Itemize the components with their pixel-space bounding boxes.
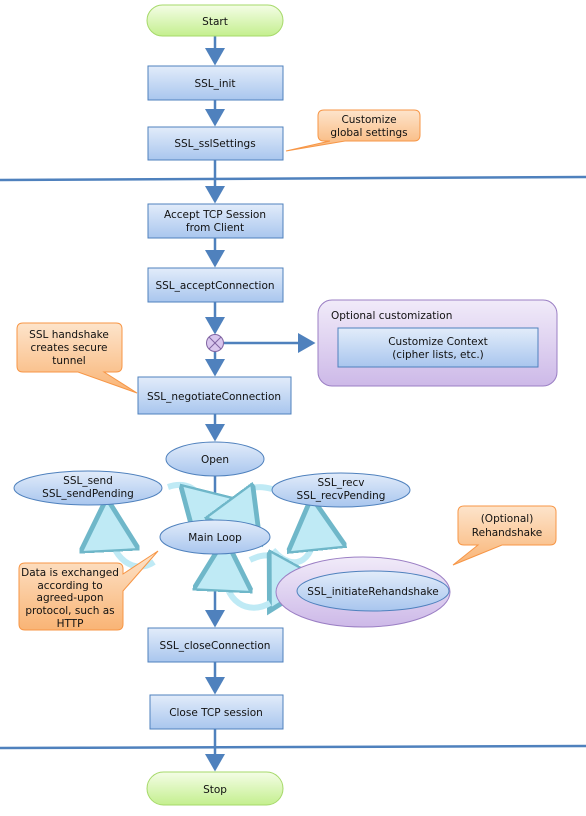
start-label: Start [202,16,228,28]
optional-customization-group: Optional customization Customize Context… [317,299,558,387]
callout-rehandshake: (Optional) Rehandshake [452,505,557,566]
rehandshake-group: SSL_initiateRehandshake [275,556,451,628]
accept-tcp-node: Accept TCP Session from Client [147,203,284,239]
customize-context-label: Customize Context [388,336,488,348]
close-tcp-node: Close TCP session [149,694,284,730]
junction-cross-icon [206,334,224,352]
ssl-send-label: SSL_sendPending [42,488,134,500]
start-node: Start [146,4,284,37]
callout-handshake: SSL handshake creates secure tunnel [16,322,138,394]
callout-text: according to [37,580,102,592]
separator-line [0,175,586,182]
negotiate-node: SSL_negotiateConnection [137,376,292,415]
separator-line [0,744,586,750]
callout-data-exchange: Data is exchanged according to agreed-up… [18,550,159,631]
stop-label: Stop [203,784,227,796]
ssl-recv-label: SSL_recvPending [297,490,386,502]
stop-node: Stop [146,771,284,806]
main-loop-node: Main Loop [159,519,271,555]
negotiate-label: SSL_negotiateConnection [147,391,281,403]
callout-text: Rehandshake [472,527,542,539]
customize-context-label: (cipher lists, etc.) [392,349,484,361]
callout-text: agreed-upon [37,592,104,604]
main-loop-label: Main Loop [188,532,242,544]
close-tcp-label: Close TCP session [169,707,263,719]
accept-tcp-label: from Client [186,222,244,234]
ssl-settings-node: SSL_sslSettings [147,126,284,161]
callout-text: creates secure [30,342,107,354]
accept-connection-label: SSL_acceptConnection [155,280,274,292]
callout-text: global settings [330,127,407,139]
ssl-recv-label: SSL_recv [318,477,365,489]
callout-text: SSL handshake [29,329,109,341]
rehandshake-label: SSL_initiateRehandshake [307,586,438,598]
ssl-init-node: SSL_init [147,65,284,101]
accept-tcp-label: Accept TCP Session [164,209,266,221]
open-node: Open [165,441,265,477]
callout-text: Customize [341,114,396,126]
callout-text: HTTP [57,618,84,630]
ssl-init-label: SSL_init [194,78,235,90]
callout-text: tunnel [52,355,85,367]
ssl-send-label: SSL_send [63,475,113,487]
callout-text: Data is exchanged [21,567,119,579]
callout-text: protocol, such as [25,605,114,617]
close-connection-node: SSL_closeConnection [147,627,284,663]
open-label: Open [201,454,229,466]
ssl-send-node: SSL_send SSL_sendPending [13,470,163,506]
group-title: Optional customization [331,310,452,322]
close-connection-label: SSL_closeConnection [160,640,271,652]
ssl-flow-diagram: Start SSL_init SSL_sslSettings Customize… [0,4,586,806]
callout-text: (Optional) [481,513,534,525]
ssl-recv-node: SSL_recv SSL_recvPending [271,472,411,508]
accept-connection-node: SSL_acceptConnection [147,267,284,303]
ssl-settings-label: SSL_sslSettings [174,138,255,150]
callout-global-settings: Customize global settings [285,109,421,152]
